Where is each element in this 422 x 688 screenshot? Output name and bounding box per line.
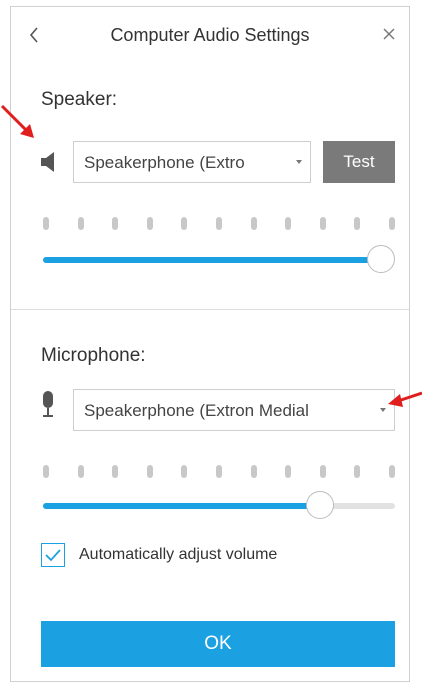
level-tick <box>250 465 257 478</box>
level-tick <box>146 217 153 230</box>
level-tick <box>285 465 292 478</box>
speaker-device-value: Speakerphone (Extro <box>84 153 245 172</box>
speaker-level-meter <box>43 217 395 231</box>
auto-adjust-label: Automatically adjust volume <box>79 546 278 563</box>
level-tick <box>285 217 292 230</box>
speaker-icon <box>41 152 54 172</box>
close-button[interactable] <box>377 22 401 46</box>
level-tick <box>389 465 395 478</box>
annotation-arrow-icon <box>0 104 34 138</box>
level-tick <box>389 217 395 230</box>
test-speaker-button[interactable]: Test <box>323 141 395 183</box>
level-tick <box>216 217 222 230</box>
checkmark-icon <box>45 549 61 562</box>
title-bar: Computer Audio Settings <box>11 7 409 65</box>
microphone-level-meter <box>43 465 395 479</box>
level-tick <box>216 465 222 478</box>
level-tick <box>112 465 119 478</box>
slider-fill <box>43 257 381 263</box>
level-tick <box>319 465 326 478</box>
section-divider <box>11 309 409 310</box>
microphone-device-select[interactable]: Speakerphone (Extron Medial <box>73 389 395 431</box>
level-tick <box>181 217 188 230</box>
audio-settings-dialog: Computer Audio Settings Speaker: Speaker… <box>10 6 410 682</box>
chevron-down-icon <box>296 160 302 164</box>
annotation-arrow-icon <box>388 391 422 407</box>
dialog-title: Computer Audio Settings <box>110 25 310 45</box>
slider-thumb[interactable] <box>367 245 395 273</box>
slider-thumb[interactable] <box>306 491 335 519</box>
level-tick <box>77 217 84 230</box>
microphone-device-value: Speakerphone (Extron Medial <box>84 401 309 420</box>
microphone-label: Microphone: <box>41 345 146 366</box>
level-tick <box>319 217 326 230</box>
level-tick <box>112 217 119 230</box>
close-icon <box>383 28 395 40</box>
microphone-volume-slider[interactable] <box>43 491 395 521</box>
level-tick <box>77 465 84 478</box>
microphone-icon <box>43 391 53 417</box>
ok-button[interactable]: OK <box>41 621 395 667</box>
level-tick <box>181 465 188 478</box>
slider-fill <box>43 503 321 509</box>
level-tick <box>43 217 49 230</box>
level-tick <box>146 465 153 478</box>
speaker-label: Speaker: <box>41 89 118 110</box>
speaker-volume-slider[interactable] <box>43 245 395 275</box>
speaker-device-select[interactable]: Speakerphone (Extro <box>73 141 311 183</box>
level-tick <box>250 217 257 230</box>
auto-adjust-checkbox[interactable] <box>41 543 65 567</box>
level-tick <box>354 465 361 478</box>
level-tick <box>354 217 361 230</box>
level-tick <box>43 465 49 478</box>
